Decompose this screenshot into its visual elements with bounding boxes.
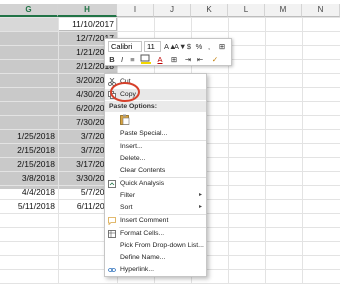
menu-item-quick-analysis[interactable]: Quick Analysis xyxy=(105,178,206,189)
menu-item-label: Define Name... xyxy=(120,254,166,261)
cell-g[interactable]: 4/4/2018 xyxy=(0,185,58,199)
paste-clipboard-icon[interactable] xyxy=(120,114,130,125)
decrease-font-icon[interactable]: A▼ xyxy=(174,41,186,52)
menu-item-format-cells[interactable]: Format Cells... xyxy=(105,228,206,239)
quick-analysis-icon xyxy=(108,180,116,188)
cell-g[interactable] xyxy=(0,115,58,129)
increase-font-icon[interactable]: A▲ xyxy=(164,41,176,52)
paste-options-header: Paste Options: xyxy=(105,101,206,112)
comment-icon xyxy=(108,217,116,226)
menu-item-filter[interactable]: Filter ▸ xyxy=(105,190,206,201)
menu-item-delete[interactable]: Delete... xyxy=(105,153,206,164)
font-name-box[interactable]: Calibri xyxy=(108,41,142,52)
decrease-indent-icon[interactable]: ⇤ xyxy=(195,54,205,65)
menu-item-pick-dropdown[interactable]: Pick From Drop-down List... xyxy=(105,240,206,251)
cell-g[interactable]: 5/11/2018 xyxy=(0,199,58,213)
column-header-l[interactable]: L xyxy=(228,4,265,17)
menu-item-label: Hyperlink... xyxy=(120,266,154,273)
column-header-h[interactable]: H xyxy=(58,4,117,17)
context-menu: Cut Copy Paste Options: Paste Special...… xyxy=(104,73,207,277)
menu-item-label: Insert... xyxy=(120,143,143,150)
percent-icon[interactable]: % xyxy=(195,41,203,52)
submenu-arrow-icon: ▸ xyxy=(198,204,202,210)
menu-item-label: Paste Special... xyxy=(120,130,168,137)
grid-column-line xyxy=(302,17,303,284)
copy-highlight-circle xyxy=(110,82,140,102)
menu-item-paste-special[interactable]: Paste Special... xyxy=(105,128,206,139)
comma-icon[interactable]: , xyxy=(205,41,213,52)
menu-item-label: Clear Contents xyxy=(120,167,166,174)
cell-g[interactable] xyxy=(0,73,58,87)
cell-g[interactable]: 2/15/2018 xyxy=(0,157,58,171)
cell-g[interactable] xyxy=(0,59,58,73)
clear-format-icon[interactable]: ✓ xyxy=(209,54,221,65)
column-header-i[interactable]: I xyxy=(117,4,154,17)
italic-icon[interactable]: I xyxy=(118,54,126,65)
menu-item-label: Delete... xyxy=(120,155,146,162)
menu-item-clear-contents[interactable]: Clear Contents xyxy=(105,165,206,176)
menu-item-label: Insert Comment xyxy=(120,217,169,224)
borders-icon[interactable]: ⊞ xyxy=(169,54,179,65)
column-header-k[interactable]: K xyxy=(191,4,228,17)
format-painter-icon[interactable]: ⊞ xyxy=(215,41,229,52)
cell-g[interactable]: 1/25/2018 xyxy=(0,129,58,143)
menu-item-hyperlink[interactable]: Hyperlink... xyxy=(105,264,206,275)
cell-h[interactable]: 11/10/2017 xyxy=(58,17,117,31)
menu-item-label: Pick From Drop-down List... xyxy=(120,242,204,249)
menu-item-sort[interactable]: Sort ▸ xyxy=(105,202,206,213)
column-header-m[interactable]: M xyxy=(265,4,302,17)
cell-g[interactable] xyxy=(0,87,58,101)
bold-icon[interactable]: B xyxy=(108,54,116,65)
menu-item-label: Sort xyxy=(120,204,133,211)
increase-indent-icon[interactable]: ⇥ xyxy=(183,54,193,65)
align-icon[interactable]: ≡ xyxy=(128,54,137,65)
grid-column-line xyxy=(265,17,266,284)
menu-item-label: Filter xyxy=(120,192,136,199)
cell-g[interactable] xyxy=(0,45,58,59)
menu-item-insert-comment[interactable]: Insert Comment xyxy=(105,215,206,226)
menu-item-label: Format Cells... xyxy=(120,230,165,237)
mini-toolbar: Calibri 11 A▲ A▼ $ % , ⊞ B I ≡ A ⊞ ⇥ ⇤ ✓ xyxy=(104,38,232,66)
menu-item-define-name[interactable]: Define Name... xyxy=(105,252,206,263)
column-header-j[interactable]: J xyxy=(154,4,191,17)
cell-g[interactable]: 3/8/2018 xyxy=(0,171,58,185)
menu-item-insert[interactable]: Insert... xyxy=(105,141,206,152)
cell-g[interactable]: 2/15/2018 xyxy=(0,143,58,157)
cell-g[interactable] xyxy=(0,101,58,115)
submenu-arrow-icon: ▸ xyxy=(198,192,202,198)
currency-icon[interactable]: $ xyxy=(185,41,193,52)
cell-g[interactable] xyxy=(0,17,58,31)
column-header-n[interactable]: N xyxy=(302,4,340,17)
format-cells-icon xyxy=(108,230,116,238)
font-size-box[interactable]: 11 xyxy=(144,41,161,52)
fill-color-icon[interactable] xyxy=(140,54,152,65)
cell-g[interactable] xyxy=(0,31,58,45)
menu-item-label: Quick Analysis xyxy=(120,180,165,187)
hyperlink-icon xyxy=(108,266,116,273)
font-color-icon[interactable]: A xyxy=(155,54,165,65)
column-header-g[interactable]: G xyxy=(0,4,58,17)
